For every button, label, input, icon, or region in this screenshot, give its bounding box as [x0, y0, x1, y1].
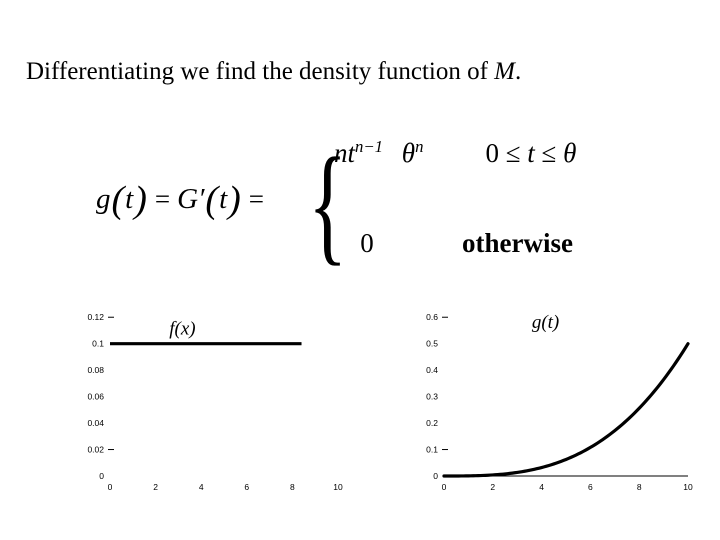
- formula-case-second-value: 0: [360, 228, 374, 258]
- axis-tick-label: 0.6: [426, 312, 438, 322]
- formula-left-hand-side: g ( t ) = G ′ ( t ) =: [96, 179, 271, 221]
- formula-case-first-condition: 0 ≤ t ≤ θ: [485, 138, 576, 169]
- chart-f-curve-label: f(x): [169, 319, 195, 340]
- axis-tick-label: 2: [490, 482, 495, 492]
- page-title-variable: M: [494, 58, 515, 85]
- formula-fraction: ntn−1 θn: [328, 136, 430, 170]
- chart-f-yaxis-ticks: 0 0.02 0.04 0.06 0.08 0.1 0.12: [87, 312, 114, 481]
- formula-denominator-exponent: n: [415, 137, 424, 157]
- axis-tick-label: 4: [539, 482, 544, 492]
- axis-tick-label: 8: [637, 482, 642, 492]
- paren-open-icon: (: [111, 179, 125, 221]
- slide-canvas: Differentiating we find the density func…: [0, 0, 720, 540]
- density-formula: g ( t ) = G ′ ( t ) = { ntn−1 θn 0 ≤ t ≤…: [96, 128, 656, 276]
- formula-equals-2: =: [248, 183, 265, 214]
- axis-tick-label: 0: [99, 471, 104, 481]
- axis-tick-label: 0: [442, 482, 447, 492]
- formula-numerator-base: nt: [334, 138, 356, 169]
- formula-denominator-base: θ: [401, 138, 416, 169]
- formula-g-symbol: g: [96, 182, 111, 215]
- formula-t-argument-1: t: [125, 182, 134, 215]
- chart-g-curve-label: g(t): [532, 312, 559, 333]
- paren-close-icon-2: ): [228, 179, 241, 221]
- axis-tick-label: 4: [199, 482, 204, 492]
- axis-tick-label: 6: [588, 482, 593, 492]
- axis-tick-label: 0.1: [92, 339, 104, 349]
- chart-g-xaxis-ticks: 0 2 4 6 8 10: [442, 482, 693, 492]
- formula-t-argument-2: t: [219, 182, 228, 215]
- page-title-prefix: Differentiating we find the density func…: [26, 58, 495, 85]
- axis-tick-label: 0.02: [87, 445, 104, 455]
- paren-open-icon-2: (: [205, 179, 219, 221]
- axis-tick-label: 0.08: [87, 365, 104, 375]
- le-operator-icon-2: ≤: [541, 138, 557, 168]
- axis-tick-label: 10: [333, 482, 343, 492]
- axis-tick-label: 8: [290, 482, 295, 492]
- axis-tick-label: 10: [683, 482, 693, 492]
- axis-tick-label: 2: [153, 482, 158, 492]
- chart-density-f: 0 0.02 0.04 0.06 0.08 0.1 0.12 0 2 4 6 8 10 f(x): [58, 286, 358, 511]
- axis-tick-label: 0.4: [426, 365, 438, 375]
- page-title: Differentiating we find the density func…: [26, 56, 696, 88]
- page-title-suffix: .: [515, 58, 522, 85]
- condition-variable: t: [527, 138, 535, 168]
- axis-tick-label: 0.5: [426, 339, 438, 349]
- paren-close-icon: ): [134, 179, 147, 221]
- axis-tick-label: 0.06: [87, 392, 104, 402]
- le-operator-icon: ≤: [505, 138, 521, 168]
- axis-tick-label: 0.1: [426, 445, 438, 455]
- axis-tick-label: 0.12: [87, 312, 104, 322]
- formula-case-second: 0 otherwise: [328, 228, 573, 259]
- chart-density-g-svg: 0 0.1 0.2 0.3 0.4 0.5 0.6 0 2 4 6 8 10 g(t): [426, 312, 693, 492]
- axis-tick-label: 0.3: [426, 392, 438, 402]
- formula-numerator-exponent: n−1: [355, 137, 384, 157]
- chart-density-g: 0 0.1 0.2 0.3 0.4 0.5 0.6 0 2 4 6 8 10 g(t): [408, 286, 708, 511]
- axis-tick-label: 0: [108, 482, 113, 492]
- condition-lower-bound: 0: [485, 138, 499, 168]
- formula-case-first: ntn−1 θn 0 ≤ t ≤ θ: [328, 138, 576, 169]
- axis-tick-label: 6: [244, 482, 249, 492]
- axis-tick-label: 0.04: [87, 418, 104, 428]
- formula-fraction-numerator: ntn−1: [328, 138, 389, 170]
- formula-G-symbol: G: [177, 182, 199, 215]
- formula-equals-1: =: [154, 183, 171, 214]
- chart-g-yaxis-ticks: 0 0.1 0.2 0.3 0.4 0.5 0.6: [426, 312, 448, 481]
- formula-fraction-denominator: θn: [396, 136, 430, 168]
- chart-density-f-svg: 0 0.02 0.04 0.06 0.08 0.1 0.12 0 2 4 6 8 10 f(x): [87, 312, 343, 492]
- formula-case-second-condition: otherwise: [462, 228, 573, 258]
- chart-f-xaxis-ticks: 0 2 4 6 8 10: [108, 482, 343, 492]
- condition-upper-bound: θ: [563, 138, 577, 168]
- chart-g-data-curve: [442, 342, 690, 478]
- axis-tick-label: 0.2: [426, 418, 438, 428]
- axis-tick-label: 0: [433, 471, 438, 481]
